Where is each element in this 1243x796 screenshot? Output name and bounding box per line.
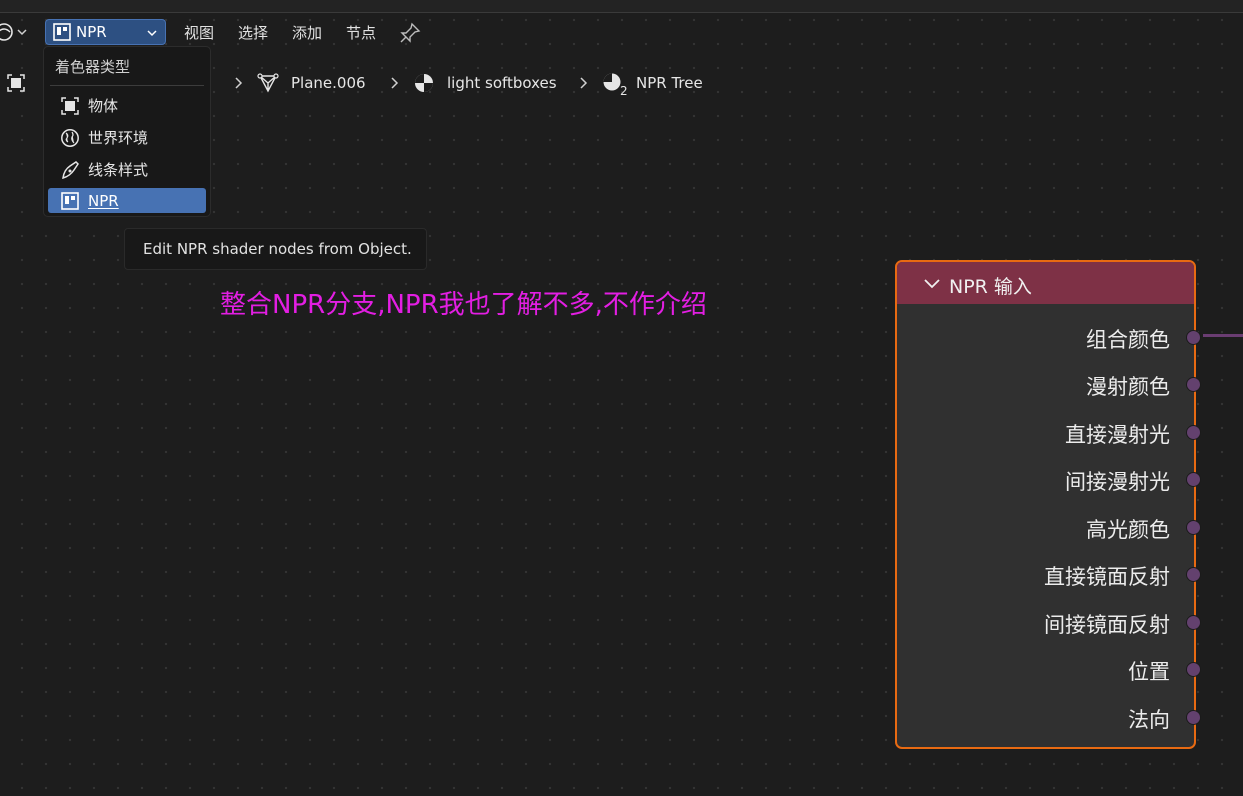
- node-output-row: 法向: [897, 702, 1201, 732]
- output-socket[interactable]: [1186, 520, 1201, 535]
- tooltip-text: Edit NPR shader nodes from Object.: [143, 240, 412, 258]
- dropdown-item-world[interactable]: 世界环境: [48, 125, 206, 150]
- dropdown-item-object[interactable]: 物体: [48, 93, 206, 118]
- output-socket[interactable]: [1186, 615, 1201, 630]
- output-socket[interactable]: [1186, 662, 1201, 677]
- output-socket[interactable]: [1186, 330, 1201, 345]
- node-tree-user-count: 2: [620, 84, 628, 98]
- linestyle-icon: [59, 159, 81, 181]
- node-output-row: 组合颜色: [897, 322, 1201, 352]
- output-label: 间接漫射光: [1065, 470, 1170, 494]
- output-socket[interactable]: [1186, 425, 1201, 440]
- node-output-row: 高光颜色: [897, 512, 1201, 542]
- node-output-row: 间接镜面反射: [897, 607, 1201, 637]
- editor-type-button[interactable]: [0, 18, 36, 46]
- npr-input-node[interactable]: NPR 输入 组合颜色 漫射颜色 直接漫射光 间接漫射光 高光颜色 直接镜面反射…: [895, 260, 1201, 749]
- menu-view[interactable]: 视图: [184, 22, 214, 44]
- dropdown-item-label: 线条样式: [88, 161, 149, 179]
- npr-icon: [52, 22, 72, 42]
- node-output-row: 位置: [897, 654, 1201, 684]
- node-header[interactable]: NPR 输入: [897, 262, 1194, 304]
- breadcrumb-object[interactable]: Plane.006: [291, 73, 366, 93]
- dropdown-item-npr[interactable]: NPR: [48, 188, 206, 213]
- breadcrumb-node-tree[interactable]: NPR Tree: [636, 73, 703, 93]
- dropdown-item-label: 世界环境: [88, 129, 149, 147]
- breadcrumb-separator-icon: [232, 74, 246, 96]
- dropdown-item-label: NPR: [88, 191, 119, 210]
- breadcrumb-separator-icon: [388, 74, 402, 96]
- chevron-down-icon[interactable]: [923, 276, 941, 295]
- world-icon: [59, 127, 81, 149]
- output-label: 法向: [1128, 708, 1170, 732]
- node-output-row: 间接漫射光: [897, 464, 1201, 494]
- node-output-row: 漫射颜色: [897, 369, 1201, 399]
- pin-icon[interactable]: [398, 21, 422, 49]
- output-label: 直接漫射光: [1065, 423, 1170, 447]
- shader-type-select[interactable]: NPR: [45, 19, 166, 45]
- dropdown-item-label: 物体: [88, 97, 119, 115]
- node-title: NPR 输入: [949, 276, 1032, 298]
- output-socket[interactable]: [1186, 710, 1201, 725]
- output-label: 高光颜色: [1086, 518, 1170, 542]
- output-label: 漫射颜色: [1086, 375, 1170, 399]
- node-output-row: 直接镜面反射: [897, 559, 1201, 589]
- output-label: 位置: [1128, 660, 1170, 684]
- node-output-row: 直接漫射光: [897, 417, 1201, 447]
- dropdown-divider: [50, 85, 204, 86]
- breadcrumb-material[interactable]: light softboxes: [447, 73, 557, 93]
- chevron-down-icon: [145, 25, 159, 44]
- output-label: 间接镜面反射: [1044, 613, 1170, 637]
- output-socket[interactable]: [1186, 377, 1201, 392]
- shader-type-label: NPR: [76, 23, 107, 41]
- output-socket[interactable]: [1186, 567, 1201, 582]
- mesh-icon: [256, 71, 280, 99]
- object-icon: [59, 95, 81, 117]
- shader-type-dropdown: 着色器类型 物体 世界环境 线条样式 NPR: [43, 46, 211, 217]
- output-label: 组合颜色: [1086, 328, 1170, 352]
- output-socket[interactable]: [1186, 472, 1201, 487]
- dropdown-item-linestyle[interactable]: 线条样式: [48, 157, 206, 182]
- npr-icon: [59, 190, 81, 212]
- output-label: 直接镜面反射: [1044, 565, 1170, 589]
- dropdown-title: 着色器类型: [55, 58, 131, 76]
- breadcrumb-separator-icon: [577, 74, 591, 96]
- menu-select[interactable]: 选择: [238, 22, 268, 44]
- object-icon: [6, 73, 26, 97]
- area-top-border: [0, 0, 1243, 13]
- material-icon: [413, 72, 435, 98]
- menu-add[interactable]: 添加: [292, 22, 322, 44]
- chevron-down-icon: [16, 26, 28, 38]
- menu-node[interactable]: 节点: [346, 22, 376, 44]
- node-link[interactable]: [1203, 334, 1243, 337]
- annotation-text: 整合NPR分支,NPR我也了解不多,不作介绍: [220, 290, 707, 320]
- tooltip: Edit NPR shader nodes from Object.: [124, 228, 427, 270]
- node-editor-circle-icon: [0, 21, 16, 43]
